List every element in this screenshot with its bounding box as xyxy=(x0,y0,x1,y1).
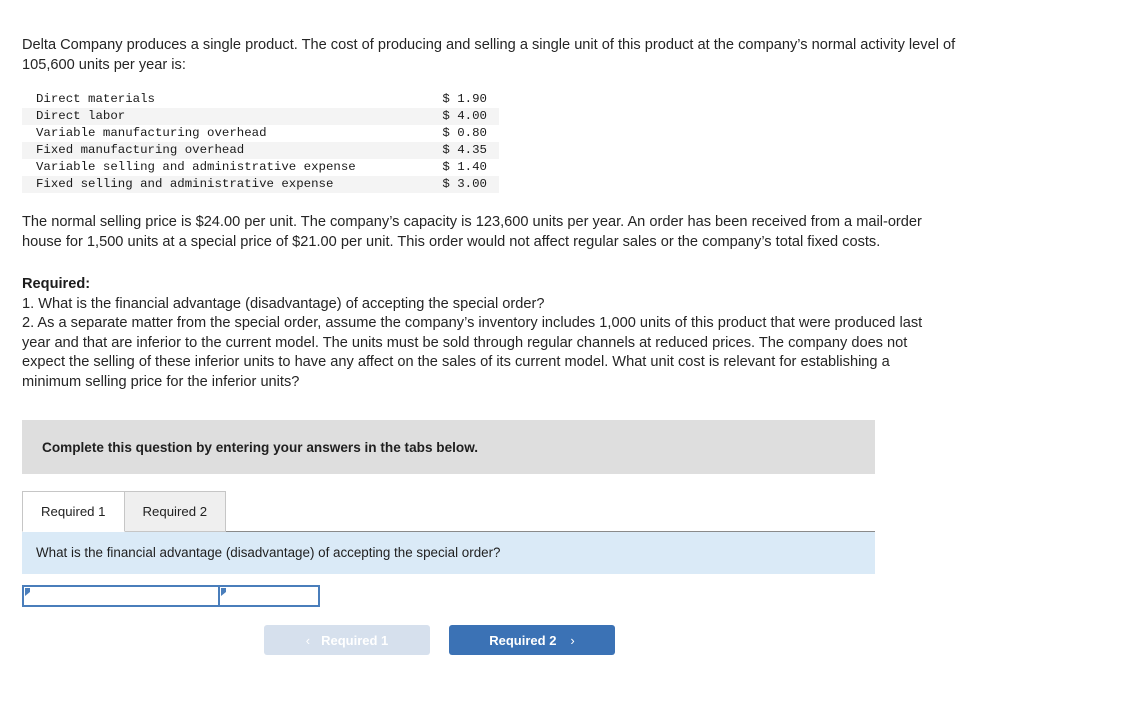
previous-required-button[interactable]: ‹ Required 1 xyxy=(264,625,430,655)
tab-required-2[interactable]: Required 2 xyxy=(123,491,227,532)
instruction-text: Complete this question by entering your … xyxy=(42,439,479,455)
answer-cell-label[interactable] xyxy=(22,585,220,607)
next-button-label: Required 2 xyxy=(489,632,557,648)
required-item-2: 2. As a separate matter from the special… xyxy=(22,315,923,390)
table-row: Fixed selling and administrative expense… xyxy=(22,176,499,193)
question-bar: What is the financial advantage (disadva… xyxy=(22,531,875,574)
cost-table-body: Direct materials $ 1.90 Direct labor $ 4… xyxy=(22,91,499,193)
tab-strip: Required 1 Required 2 xyxy=(22,491,875,532)
answer-input-1[interactable] xyxy=(24,587,218,605)
chevron-left-icon: ‹ xyxy=(305,632,311,648)
cost-label: Variable manufacturing overhead xyxy=(36,126,267,140)
cost-value: $ 1.90 xyxy=(442,92,487,106)
question-page: Delta Company produces a single product.… xyxy=(0,0,1134,702)
tab-required-1[interactable]: Required 1 xyxy=(22,491,125,532)
cost-label: Fixed selling and administrative expense xyxy=(36,177,334,191)
cost-label: Fixed manufacturing overhead xyxy=(36,143,245,157)
instruction-bar: Complete this question by entering your … xyxy=(22,420,875,474)
cell-marker-icon xyxy=(221,588,226,596)
cost-label: Variable selling and administrative expe… xyxy=(36,160,356,174)
cost-per-unit-table: Direct materials $ 1.90 Direct labor $ 4… xyxy=(22,91,499,193)
cost-value: $ 3.00 xyxy=(442,177,487,191)
required-section: Required: 1. What is the financial advan… xyxy=(22,275,1022,392)
cost-label: Direct materials xyxy=(36,92,155,106)
table-row: Direct labor $ 4.00 xyxy=(22,108,499,125)
table-row: Variable selling and administrative expe… xyxy=(22,159,499,176)
navigation-row: ‹ Required 1 Required 2 › xyxy=(264,625,1022,655)
table-row: Variable manufacturing overhead $ 0.80 xyxy=(22,125,499,142)
cost-value: $ 4.00 xyxy=(442,109,487,123)
table-row: Fixed manufacturing overhead $ 4.35 xyxy=(22,142,499,159)
required-item-1: 1. What is the financial advantage (disa… xyxy=(22,295,545,312)
intro-paragraph: Delta Company produces a single product.… xyxy=(22,37,956,73)
cell-marker-icon xyxy=(25,588,30,596)
required-heading: Required: xyxy=(22,276,91,292)
answer-input-row xyxy=(22,585,1022,607)
cost-label: Direct labor xyxy=(36,109,126,123)
cost-value: $ 0.80 xyxy=(442,126,487,140)
cost-value: $ 4.35 xyxy=(442,143,487,157)
tab-label: Required 1 xyxy=(41,504,106,519)
chevron-right-icon: › xyxy=(570,632,575,648)
answer-cell-amount[interactable] xyxy=(218,585,320,607)
question-text: What is the financial advantage (disadva… xyxy=(36,545,501,560)
table-row: Direct materials $ 1.90 xyxy=(22,91,499,108)
scenario-paragraph: The normal selling price is $24.00 per u… xyxy=(22,214,922,250)
tab-label: Required 2 xyxy=(142,504,208,519)
cost-value: $ 1.40 xyxy=(442,160,487,174)
previous-button-label: Required 1 xyxy=(321,632,389,648)
answer-input-2[interactable] xyxy=(220,587,318,605)
content-container: Delta Company produces a single product.… xyxy=(22,36,1022,655)
next-required-button[interactable]: Required 2 › xyxy=(449,625,615,655)
